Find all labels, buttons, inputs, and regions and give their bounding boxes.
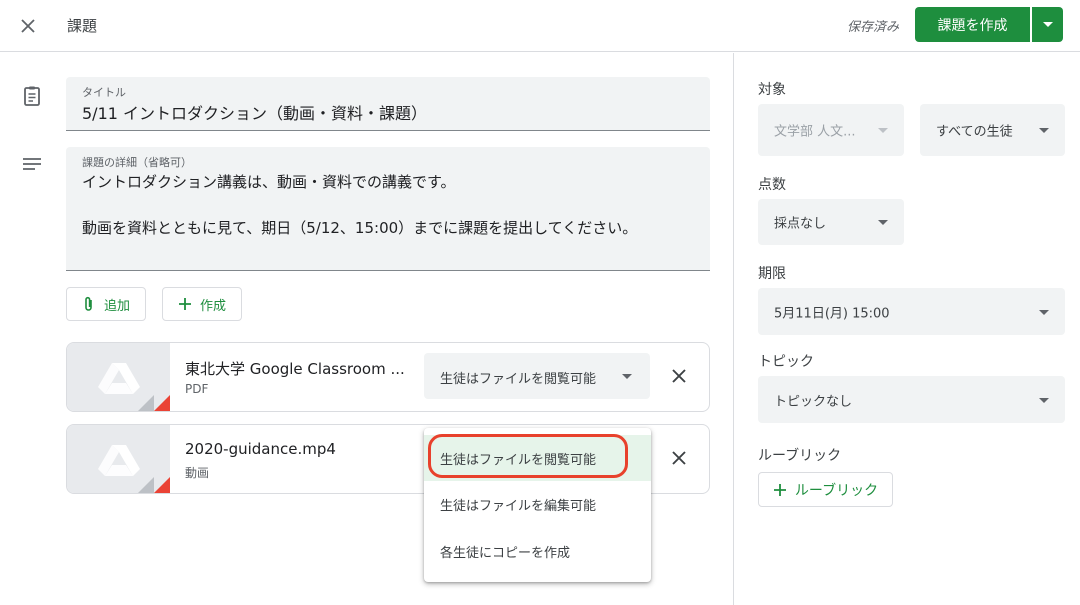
details-field[interactable]: 課題の詳細（省略可） イントロダクション講義は、動画・資料での講義です。 動画を… bbox=[66, 147, 710, 271]
close-icon bbox=[21, 19, 35, 33]
create-material-button[interactable]: 作成 bbox=[162, 287, 242, 321]
menu-item-copy[interactable]: 各生徒にコピーを作成 bbox=[424, 528, 651, 574]
chevron-down-icon bbox=[1039, 128, 1049, 133]
attachment-type: PDF bbox=[185, 382, 209, 396]
points-label: 点数 bbox=[758, 177, 786, 193]
topic-select[interactable]: トピックなし bbox=[758, 376, 1065, 423]
title-field[interactable]: タイトル 5/11 イントロダクション（動画・資料・課題） bbox=[66, 77, 710, 131]
menu-item-edit[interactable]: 生徒はファイルを編集可能 bbox=[424, 481, 651, 527]
rubric-label: ルーブリック bbox=[758, 448, 842, 464]
class-value: 文学部 人文... bbox=[774, 124, 856, 140]
top-bar: 課題 保存済み 課題を作成 bbox=[0, 0, 1080, 52]
attachment-name[interactable]: 東北大学 Google Classroom ... bbox=[185, 358, 405, 379]
chevron-down-icon bbox=[1042, 22, 1053, 27]
plus-icon bbox=[773, 483, 786, 496]
attachment-type: 動画 bbox=[185, 466, 210, 480]
plus-icon bbox=[178, 298, 191, 310]
add-label: 追加 bbox=[103, 298, 130, 314]
drive-thumbnail bbox=[67, 425, 170, 493]
settings-sidebar: 対象 文学部 人文... すべての生徒 点数 採点なし 期限 5月11日(月) … bbox=[733, 53, 1080, 605]
due-label: 期限 bbox=[758, 266, 786, 282]
remove-attachment-icon[interactable] bbox=[667, 364, 691, 388]
due-value: 5月11日(月) 15:00 bbox=[774, 306, 890, 321]
clipboard-icon bbox=[24, 86, 40, 106]
page-title: 課題 bbox=[67, 17, 98, 35]
chevron-down-icon bbox=[878, 128, 888, 133]
drive-thumbnail bbox=[67, 343, 170, 411]
saved-status: 保存済み bbox=[846, 20, 899, 35]
drive-icon bbox=[98, 445, 140, 476]
due-select[interactable]: 5月11日(月) 15:00 bbox=[758, 288, 1065, 335]
create-label: 作成 bbox=[199, 298, 226, 314]
create-assignment-button[interactable]: 課題を作成 bbox=[915, 7, 1030, 42]
topic-label: トピック bbox=[758, 354, 814, 370]
drive-icon bbox=[98, 363, 140, 394]
chevron-down-icon bbox=[622, 374, 632, 379]
paperclip-icon bbox=[85, 296, 92, 311]
details-label: 課題の詳細（省略可） bbox=[82, 156, 192, 169]
add-rubric-button[interactable]: ルーブリック bbox=[758, 472, 893, 507]
add-attachment-button[interactable]: 追加 bbox=[66, 287, 146, 321]
permission-value: 生徒はファイルを閲覧可能 bbox=[440, 372, 597, 387]
topic-value: トピックなし bbox=[774, 394, 853, 409]
permission-select[interactable]: 生徒はファイルを閲覧可能 bbox=[424, 353, 650, 399]
title-label: タイトル bbox=[82, 86, 126, 99]
menu-item-view[interactable]: 生徒はファイルを閲覧可能 bbox=[424, 435, 651, 481]
rubric-button-label: ルーブリック bbox=[794, 482, 879, 499]
attachment-name[interactable]: 2020-guidance.mp4 bbox=[185, 440, 336, 458]
title-input[interactable]: 5/11 イントロダクション（動画・資料・課題） bbox=[82, 100, 427, 124]
chevron-down-icon bbox=[878, 220, 888, 225]
students-value: すべての生徒 bbox=[936, 124, 1013, 140]
chevron-down-icon bbox=[1039, 309, 1049, 315]
create-options-dropdown[interactable] bbox=[1032, 7, 1063, 42]
close-button[interactable] bbox=[14, 12, 42, 40]
description-icon bbox=[23, 158, 41, 170]
points-value: 採点なし bbox=[774, 216, 827, 232]
details-line[interactable]: 動画を資料とともに見て、期日（5/12、15:00）までに課題を提出してください… bbox=[82, 217, 637, 238]
permission-menu: 生徒はファイルを閲覧可能 生徒はファイルを編集可能 各生徒にコピーを作成 bbox=[424, 428, 651, 582]
chevron-down-icon bbox=[1039, 397, 1049, 403]
target-label: 対象 bbox=[758, 82, 786, 98]
points-select[interactable]: 採点なし bbox=[758, 199, 904, 245]
class-select: 文学部 人文... bbox=[758, 104, 904, 156]
attachment-card[interactable]: 東北大学 Google Classroom ... PDF 生徒はファイルを閲覧… bbox=[66, 342, 710, 412]
remove-attachment-icon[interactable] bbox=[667, 446, 691, 470]
details-line[interactable]: イントロダクション講義は、動画・資料での講義です。 bbox=[82, 171, 456, 192]
students-select[interactable]: すべての生徒 bbox=[920, 104, 1065, 156]
